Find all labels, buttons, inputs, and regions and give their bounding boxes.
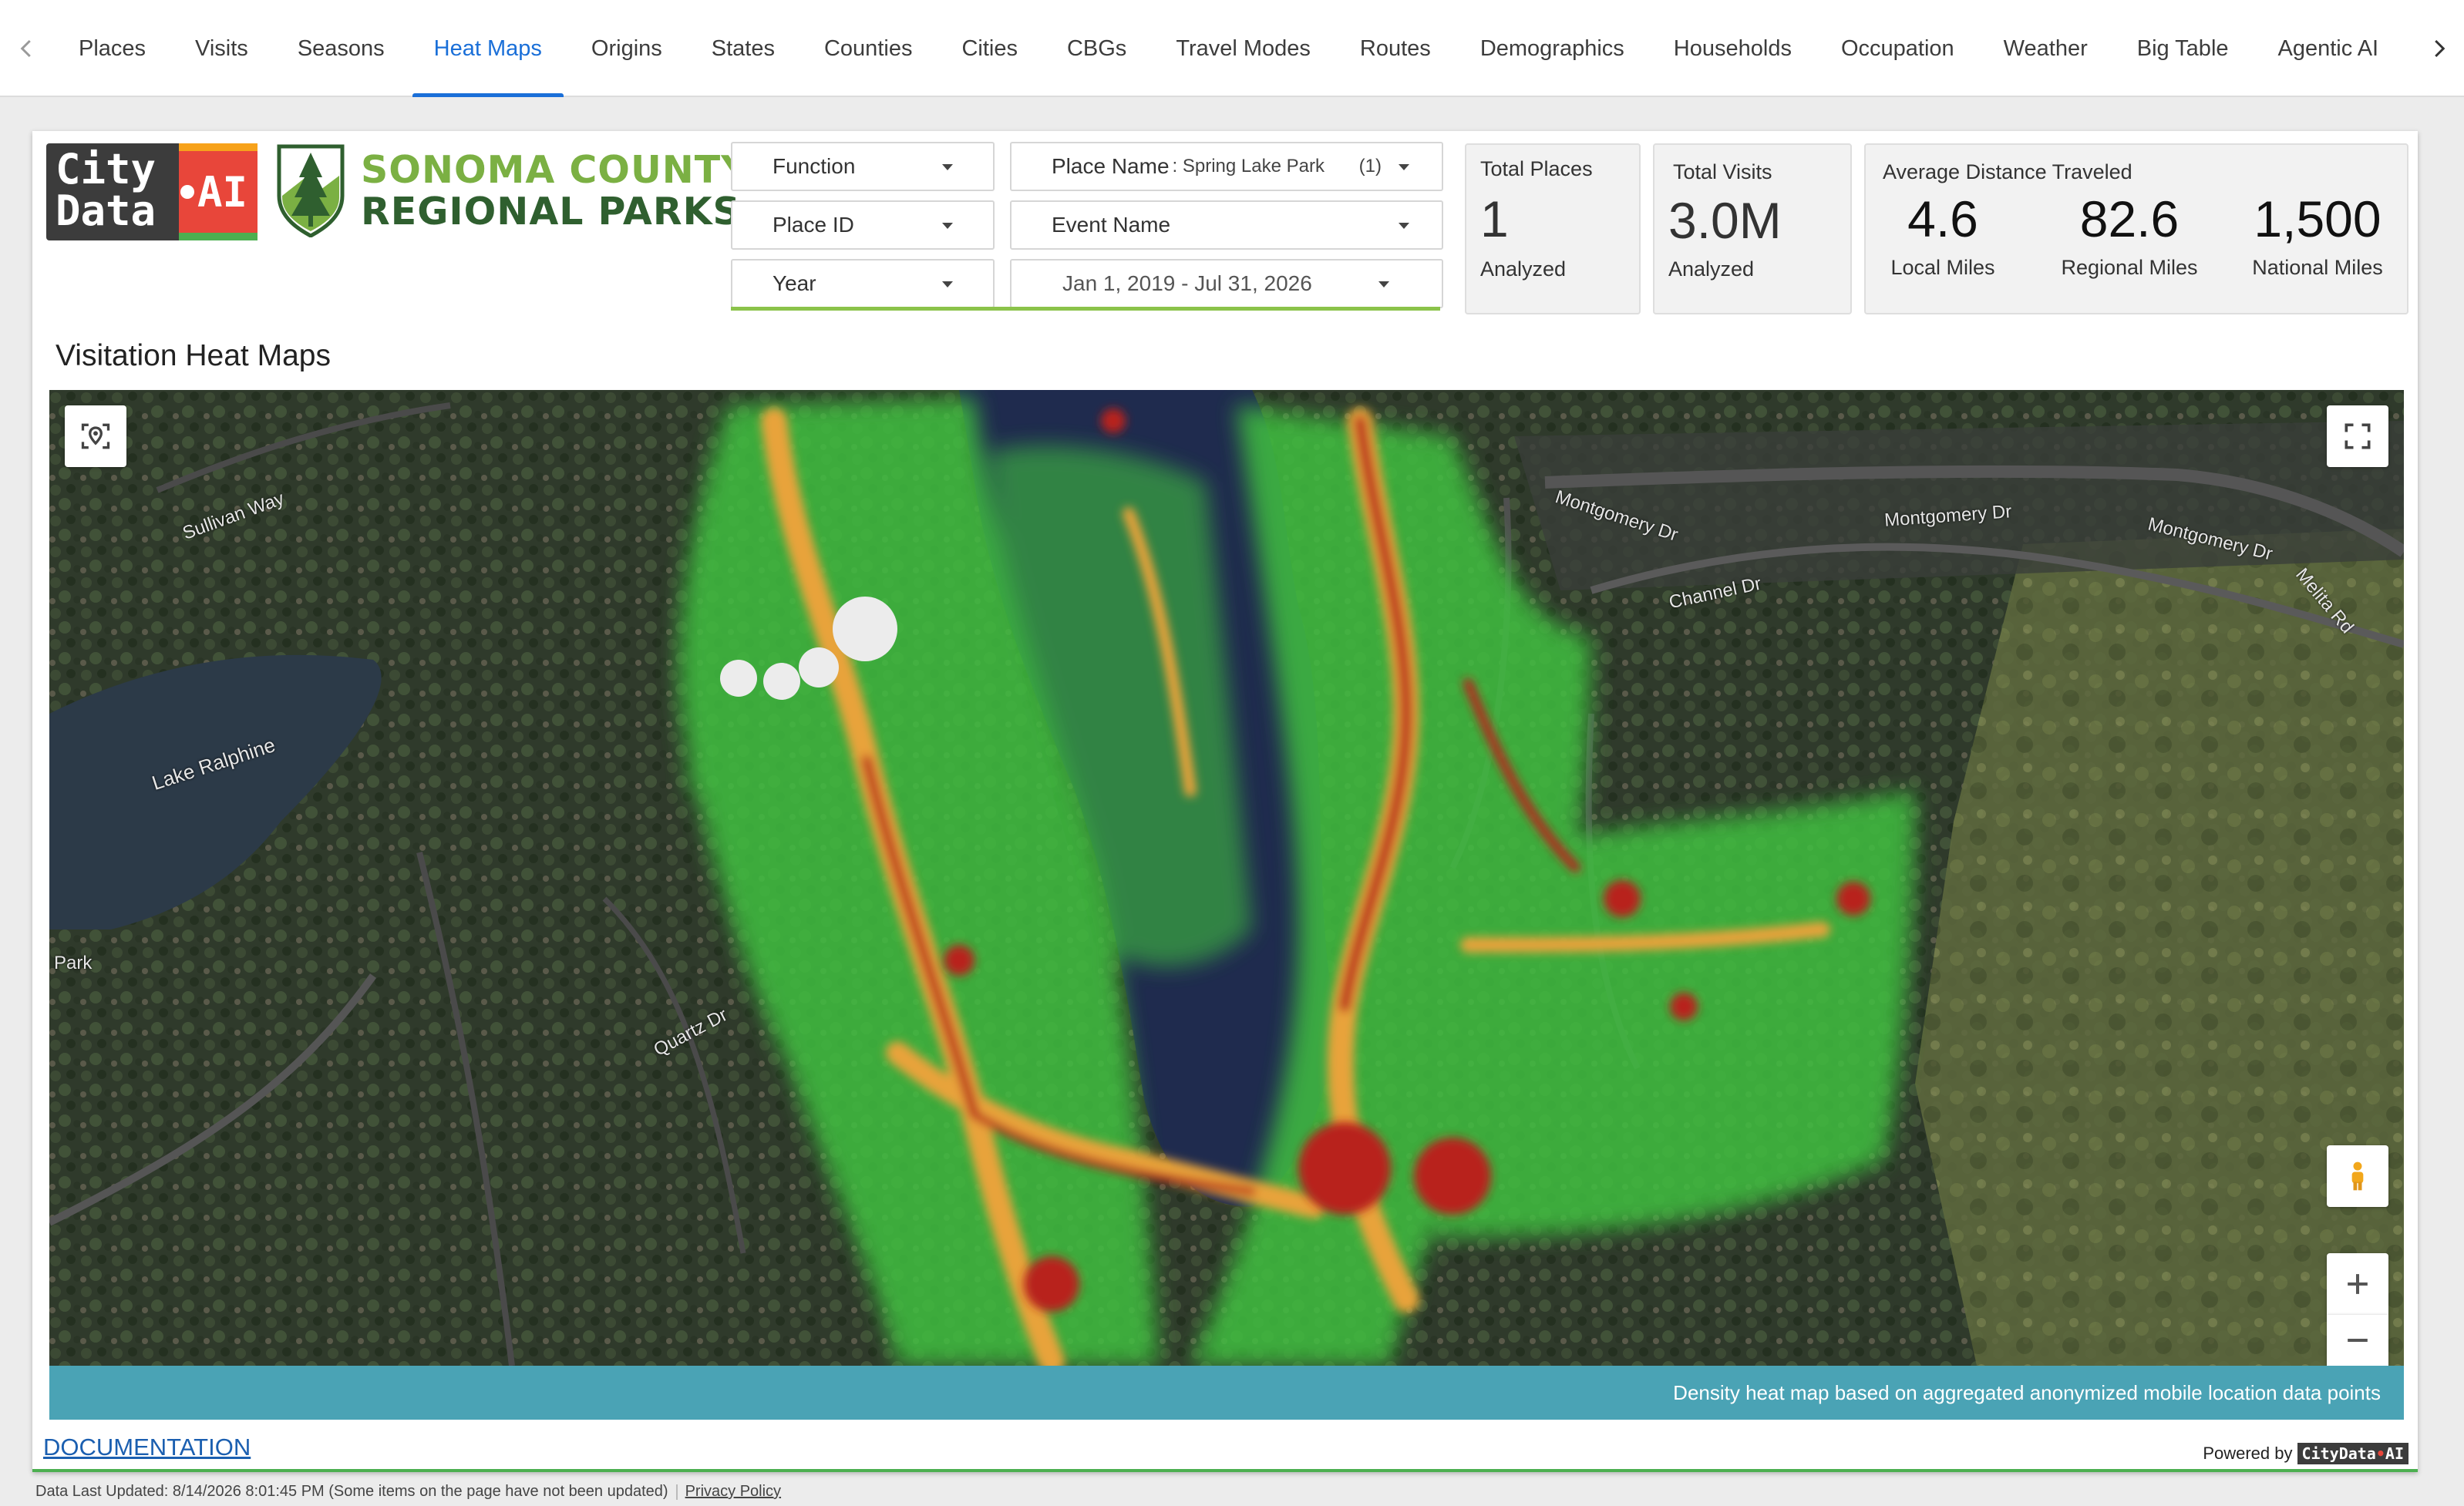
total-visits-label: Total Visits xyxy=(1673,160,1772,183)
chevron-down-icon xyxy=(942,223,953,229)
total-places-sub: Analyzed xyxy=(1480,257,1567,281)
small-logo-city: City xyxy=(2301,1444,2339,1463)
chevron-down-icon xyxy=(1399,164,1409,170)
date-range-picker[interactable]: Jan 1, 2019 - Jul 31, 2026 xyxy=(1010,259,1443,308)
tab-households[interactable]: Households xyxy=(1649,0,1816,97)
locate-icon xyxy=(81,423,110,449)
top-tab-bar: Places Visits Seasons Heat Maps Origins State… xyxy=(0,0,2464,97)
small-logo-data: Data xyxy=(2338,1444,2376,1463)
locate-button[interactable] xyxy=(65,405,126,467)
map-caption-bar: Density heat map based on aggregated ano… xyxy=(49,1366,2404,1420)
chevron-down-icon xyxy=(942,164,953,170)
tab-demographics[interactable]: Demographics xyxy=(1456,0,1649,97)
citydata-logo: City Data AI xyxy=(46,143,258,240)
total-visits-sub: Analyzed xyxy=(1668,257,1755,281)
citydata-small-logo: CityData•AI xyxy=(2297,1443,2408,1464)
logo-text-data: Data xyxy=(56,187,157,235)
tab-cbgs[interactable]: CBGs xyxy=(1042,0,1151,97)
privacy-policy-link[interactable]: Privacy Policy xyxy=(685,1483,781,1501)
total-places-card: Total Places 1 Analyzed xyxy=(1465,143,1641,314)
zoom-in-button[interactable] xyxy=(2327,1253,2388,1315)
regional-miles-unit: Regional Miles xyxy=(2061,256,2198,279)
avg-distance-label: Average Distance Traveled xyxy=(1883,160,2132,183)
tab-counties[interactable]: Counties xyxy=(799,0,937,97)
tab-visits[interactable]: Visits xyxy=(170,0,273,97)
national-miles-value: 1,500 xyxy=(2254,190,2382,247)
tab-big-table[interactable]: Big Table xyxy=(2112,0,2254,97)
tab-travel-modes[interactable]: Travel Modes xyxy=(1151,0,1335,97)
footer-separator xyxy=(675,1484,678,1500)
chevron-down-icon xyxy=(1399,223,1409,229)
chevron-down-icon xyxy=(942,281,953,287)
street-view-button[interactable] xyxy=(2327,1145,2388,1207)
small-logo-ai: AI xyxy=(2385,1444,2404,1463)
event-name-label: Event Name xyxy=(1052,213,1171,237)
zoom-out-icon xyxy=(2348,1338,2368,1343)
year-dropdown-label: Year xyxy=(773,271,816,295)
tab-places[interactable]: Places xyxy=(54,0,170,97)
avg-distance-card: Average Distance Traveled 4.6 Local Mile… xyxy=(1864,143,2408,314)
tab-seasons[interactable]: Seasons xyxy=(273,0,409,97)
sonoma-line2: REGIONAL PARKS xyxy=(361,190,741,234)
sonoma-parks-shield-icon xyxy=(277,144,345,237)
zoom-in-icon xyxy=(2348,1274,2368,1294)
page-footer: Data Last Updated: 8/14/2026 8:01:45 PM … xyxy=(35,1483,781,1501)
pegman-icon xyxy=(2351,1161,2364,1191)
tab-routes[interactable]: Routes xyxy=(1335,0,1456,97)
documentation-link[interactable]: DOCUMENTATION xyxy=(43,1434,251,1461)
tab-list: Places Visits Seasons Heat Maps Origins State… xyxy=(54,0,2413,97)
local-miles-stat: 4.6 Local Miles xyxy=(1850,190,2035,280)
section-title: Visitation Heat Maps xyxy=(56,339,331,372)
place-id-dropdown[interactable]: Place ID xyxy=(731,200,995,250)
sonoma-parks-wordmark: SONOMA COUNTY REGIONAL PARKS xyxy=(361,150,749,233)
date-range-value: Jan 1, 2019 - Jul 31, 2026 xyxy=(1062,271,1312,295)
function-dropdown-label: Function xyxy=(773,154,856,178)
dashboard-card: City Data AI SONOMA COUNTY REGIONAL PARK… xyxy=(32,131,2418,1472)
total-places-value: 1 xyxy=(1480,190,1509,247)
scroll-right-arrow-icon[interactable] xyxy=(2419,29,2458,68)
tab-weather[interactable]: Weather xyxy=(1979,0,2112,97)
satellite-heatmap-image xyxy=(49,390,2404,1366)
card-bottom-accent xyxy=(32,1469,2418,1472)
chevron-down-icon xyxy=(1378,281,1389,287)
local-miles-value: 4.6 xyxy=(1907,190,1978,247)
total-visits-card: Total Visits 3.0M Analyzed xyxy=(1653,143,1852,314)
powered-by-label: Powered by xyxy=(2203,1444,2293,1463)
zoom-out-button[interactable] xyxy=(2327,1315,2388,1366)
powered-by: Powered by CityData•AI xyxy=(2203,1443,2408,1464)
place-name-label: Place Name xyxy=(1052,154,1170,178)
total-places-label: Total Places xyxy=(1480,157,1593,180)
total-visits-value: 3.0M xyxy=(1668,192,1782,249)
local-miles-unit: Local Miles xyxy=(1890,256,1995,279)
tab-origins[interactable]: Origins xyxy=(567,0,687,97)
year-dropdown[interactable]: Year xyxy=(731,259,995,308)
fullscreen-icon xyxy=(2345,423,2371,449)
event-name-dropdown[interactable]: Event Name xyxy=(1010,200,1443,250)
regional-miles-stat: 82.6 Regional Miles xyxy=(2037,190,2222,280)
filter-underline xyxy=(731,307,1440,311)
regional-miles-value: 82.6 xyxy=(2079,190,2180,247)
logo-text-city: City xyxy=(56,145,157,193)
place-name-dropdown[interactable]: Place Name : Spring Lake Park (1) xyxy=(1010,142,1443,191)
tab-heat-maps[interactable]: Heat Maps xyxy=(409,0,567,97)
national-miles-unit: National Miles xyxy=(2252,256,2383,279)
road-label: Park xyxy=(54,953,93,973)
fullscreen-button[interactable] xyxy=(2327,405,2388,467)
national-miles-stat: 1,500 National Miles xyxy=(2225,190,2410,280)
logo-text-ai: AI xyxy=(197,167,248,217)
tab-agentic-ai[interactable]: Agentic AI xyxy=(2254,0,2404,97)
tab-occupation[interactable]: Occupation xyxy=(1816,0,1979,97)
place-name-count: (1) xyxy=(1358,156,1382,176)
scroll-left-arrow-icon[interactable] xyxy=(8,29,46,68)
tab-states[interactable]: States xyxy=(687,0,799,97)
function-dropdown[interactable]: Function xyxy=(731,142,995,191)
tab-cities[interactable]: Cities xyxy=(937,0,1042,97)
data-updated-text: Data Last Updated: 8/14/2026 8:01:45 PM … xyxy=(35,1483,668,1500)
heat-map[interactable]: Lake Ralphine Montgomery Dr Montgomery D… xyxy=(49,390,2404,1420)
sonoma-line1: SONOMA COUNTY xyxy=(361,148,749,192)
place-name-value: : Spring Lake Park xyxy=(1172,156,1325,176)
logo-dot xyxy=(180,185,194,199)
place-id-dropdown-label: Place ID xyxy=(773,213,854,237)
